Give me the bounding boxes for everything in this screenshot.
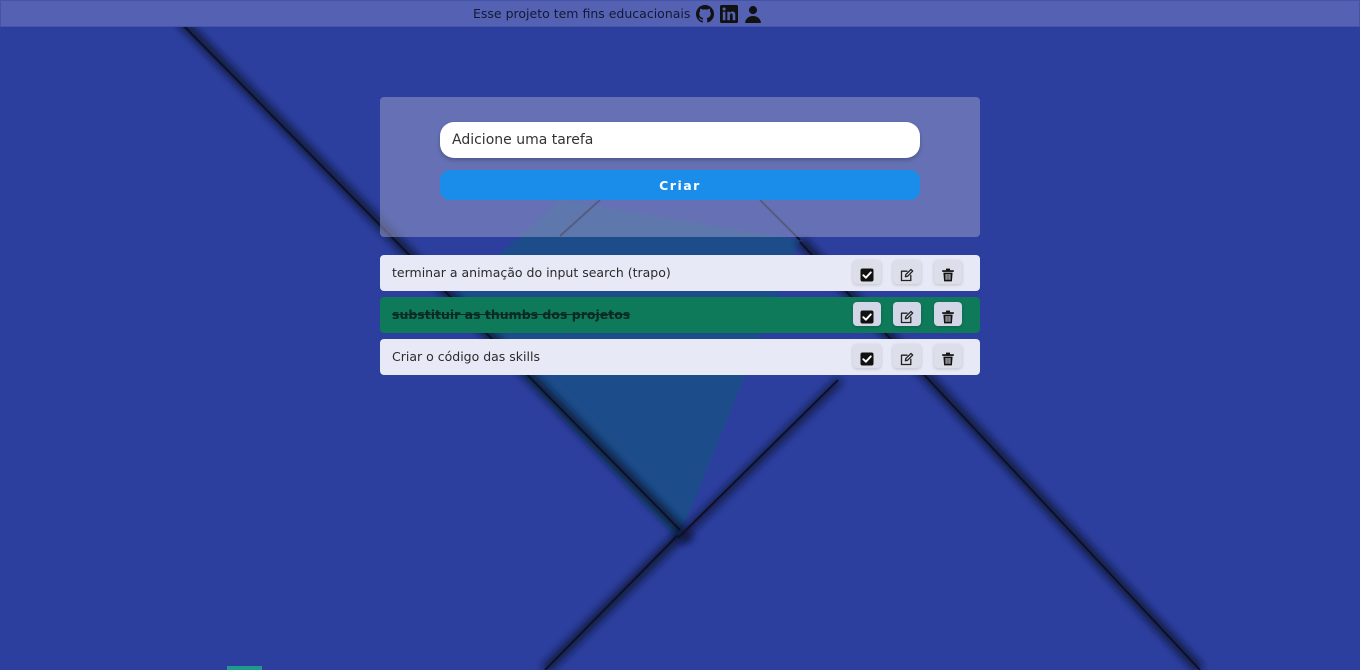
- task-list: terminar a animação do input search (tra…: [380, 255, 980, 381]
- task-text: terminar a animação do input search (tra…: [392, 265, 671, 280]
- complete-task-button[interactable]: [853, 260, 881, 284]
- task-text: Criar o código das skills: [392, 349, 540, 364]
- task-input[interactable]: [440, 122, 920, 158]
- create-task-button[interactable]: Criar: [440, 170, 920, 200]
- educational-notice: Esse projeto tem fins educacionais: [473, 6, 691, 21]
- bottom-accent-bar: [227, 666, 262, 670]
- checkbox-icon: [860, 352, 874, 365]
- github-icon[interactable]: [696, 5, 714, 23]
- edit-icon: [900, 268, 914, 281]
- edit-icon: [900, 310, 914, 323]
- edit-icon: [900, 352, 914, 365]
- task-text: substituir as thumbs dos projetos: [392, 307, 631, 322]
- task-item: terminar a animação do input search (tra…: [380, 255, 980, 291]
- complete-task-button[interactable]: [853, 344, 881, 368]
- linkedin-icon[interactable]: [720, 5, 738, 23]
- task-form-panel: Criar: [380, 97, 980, 237]
- edit-task-button[interactable]: [893, 302, 921, 326]
- trash-icon: [942, 310, 954, 323]
- task-item-completed: substituir as thumbs dos projetos: [380, 297, 980, 333]
- top-bar: Esse projeto tem fins educacionais: [0, 0, 1360, 27]
- trash-icon: [942, 268, 954, 281]
- edit-task-button[interactable]: [893, 344, 921, 368]
- edit-task-button[interactable]: [893, 260, 921, 284]
- delete-task-button[interactable]: [934, 260, 962, 284]
- delete-task-button[interactable]: [934, 302, 962, 326]
- checkbox-icon: [860, 310, 874, 323]
- delete-task-button[interactable]: [934, 344, 962, 368]
- complete-task-button[interactable]: [853, 302, 881, 326]
- checkbox-icon: [860, 268, 874, 281]
- user-icon[interactable]: [744, 5, 762, 23]
- trash-icon: [942, 352, 954, 365]
- task-item: Criar o código das skills: [380, 339, 980, 375]
